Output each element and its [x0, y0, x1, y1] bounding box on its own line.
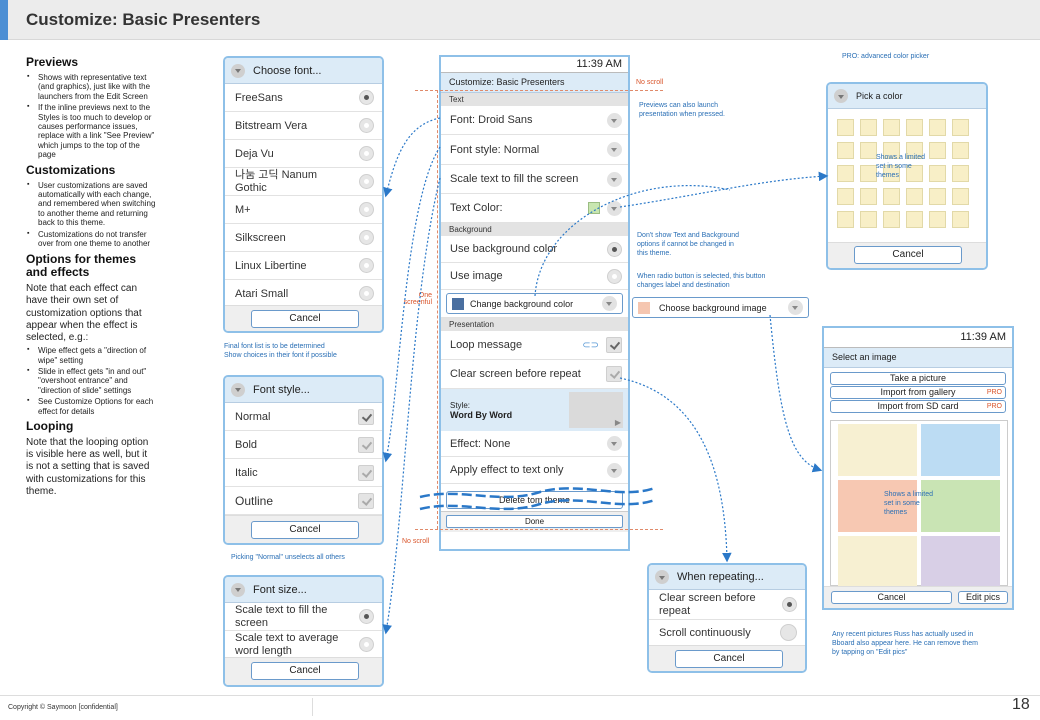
footer-line [0, 695, 1040, 696]
arrow-image-link [534, 185, 731, 297]
arrow-repeat-dialog [619, 377, 732, 563]
arrow-font-dialog [383, 117, 441, 198]
squiggle-break [419, 486, 656, 511]
arrow-color-dialog [619, 171, 829, 208]
page-number: 18 [1012, 696, 1030, 713]
arrow-style-dialog [382, 146, 441, 463]
arrow-size-dialog [382, 177, 441, 635]
arrow-image-phone [769, 314, 823, 473]
copyright: Copyright © Saymoon [confidential] [8, 704, 118, 711]
footer-separator [312, 698, 313, 716]
connector-arrows [382, 117, 829, 635]
